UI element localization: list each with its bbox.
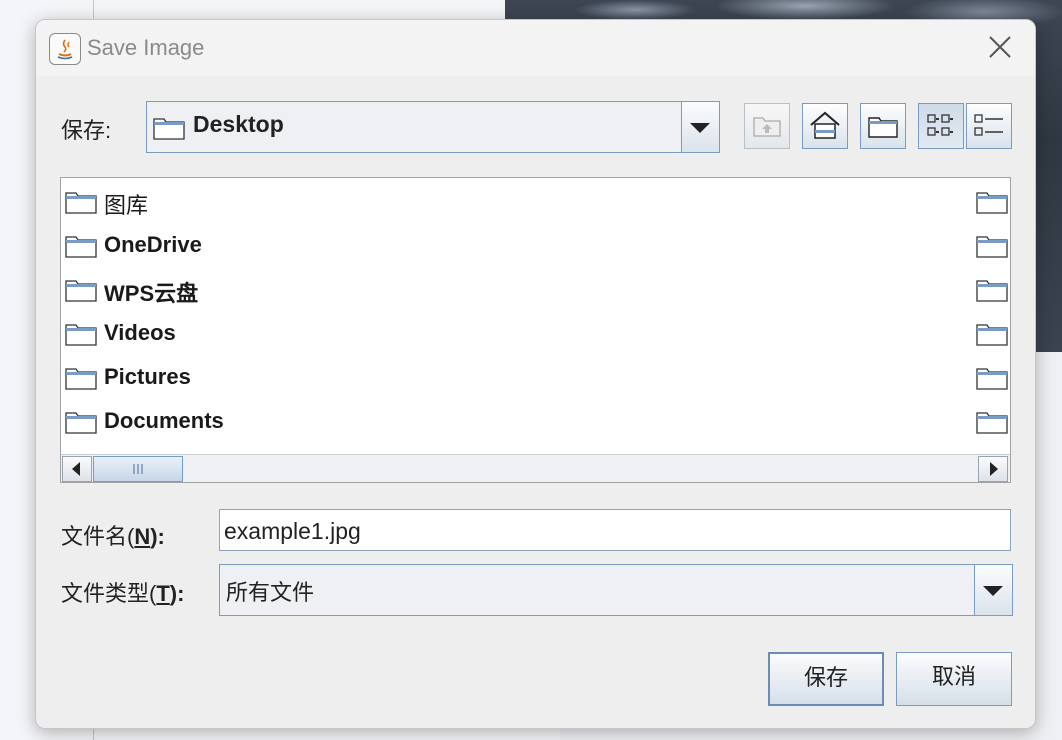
folder-icon bbox=[976, 280, 1008, 302]
list-item[interactable]: OneDrive bbox=[61, 224, 1010, 268]
folder-icon bbox=[976, 412, 1008, 434]
filename-input[interactable]: example1.jpg bbox=[219, 509, 1011, 551]
scrollbar-thumb[interactable] bbox=[93, 456, 183, 482]
up-folder-button[interactable] bbox=[744, 103, 790, 149]
file-name: OneDrive bbox=[104, 232, 202, 257]
save-button[interactable]: 保存 bbox=[768, 652, 884, 706]
folder-icon bbox=[976, 320, 1008, 351]
folder-icon bbox=[65, 368, 97, 390]
folder-icon bbox=[976, 192, 1008, 214]
arrow-left-icon bbox=[72, 462, 80, 476]
chevron-down-icon[interactable] bbox=[974, 565, 1012, 615]
save-in-label: 保存: bbox=[61, 118, 112, 143]
scroll-left-button[interactable] bbox=[62, 456, 92, 482]
window-title: Save Image bbox=[87, 35, 205, 60]
list-item[interactable]: WPS云盘 bbox=[61, 268, 1010, 312]
filename-label: 文件名(N): bbox=[61, 524, 165, 549]
file-name: 图库 bbox=[104, 193, 149, 218]
folder-icon bbox=[153, 118, 185, 140]
horizontal-scrollbar[interactable] bbox=[61, 454, 1010, 482]
details-view-button[interactable] bbox=[966, 103, 1012, 149]
folder-icon bbox=[976, 364, 1008, 395]
folder-icon bbox=[65, 320, 97, 351]
filetype-combo[interactable]: 所有文件 bbox=[219, 564, 1013, 616]
file-list[interactable]: 图库 OneDrive WPS云盘 Videos Pictures Documents bbox=[60, 177, 1011, 483]
folder-icon bbox=[65, 364, 97, 395]
arrow-right-icon bbox=[990, 462, 998, 476]
file-name: WPS云盘 bbox=[104, 281, 199, 306]
folder-icon bbox=[976, 368, 1008, 390]
file-name: Videos bbox=[104, 320, 176, 345]
home-button[interactable] bbox=[802, 103, 848, 149]
list-item[interactable]: Pictures bbox=[61, 356, 1010, 400]
new-folder-icon bbox=[868, 117, 898, 138]
list-view-icon bbox=[927, 114, 953, 136]
folder-icon bbox=[976, 232, 1008, 263]
folder-icon bbox=[976, 324, 1008, 346]
title-bar: Save Image bbox=[36, 20, 1035, 76]
up-folder-icon bbox=[753, 117, 781, 137]
folder-icon bbox=[976, 408, 1008, 439]
home-icon bbox=[810, 111, 840, 139]
file-name: Pictures bbox=[104, 364, 191, 389]
folder-icon bbox=[976, 276, 1008, 307]
grip-icon bbox=[133, 464, 143, 474]
close-button[interactable] bbox=[985, 32, 1015, 62]
folder-icon bbox=[65, 236, 97, 258]
list-item[interactable]: Videos bbox=[61, 312, 1010, 356]
java-icon bbox=[49, 33, 81, 65]
list-item[interactable]: 图库 bbox=[61, 180, 1010, 224]
filetype-value: 所有文件 bbox=[226, 581, 315, 606]
folder-icon bbox=[65, 276, 97, 307]
scroll-right-button[interactable] bbox=[978, 456, 1008, 482]
cancel-button[interactable]: 取消 bbox=[896, 652, 1012, 706]
folder-icon bbox=[65, 408, 97, 439]
folder-icon bbox=[65, 324, 97, 346]
new-folder-button[interactable] bbox=[860, 103, 906, 149]
save-in-value: Desktop bbox=[193, 111, 284, 137]
folder-icon bbox=[65, 412, 97, 434]
close-icon bbox=[989, 36, 1011, 58]
folder-icon bbox=[65, 280, 97, 302]
save-dialog: Save Image 保存: Desktop 图库 OneDrive WPS云盘… bbox=[35, 19, 1036, 729]
chevron-down-icon[interactable] bbox=[681, 102, 719, 152]
file-name: Documents bbox=[104, 408, 224, 433]
folder-icon bbox=[976, 188, 1008, 219]
save-in-combo[interactable]: Desktop bbox=[146, 101, 720, 153]
folder-icon bbox=[976, 236, 1008, 258]
filetype-label: 文件类型(T): bbox=[61, 581, 185, 606]
folder-icon bbox=[65, 192, 97, 214]
list-view-button[interactable] bbox=[918, 103, 964, 149]
details-view-icon bbox=[974, 114, 1003, 136]
list-item[interactable]: Documents bbox=[61, 400, 1010, 444]
folder-icon bbox=[65, 188, 97, 219]
folder-icon bbox=[65, 232, 97, 263]
